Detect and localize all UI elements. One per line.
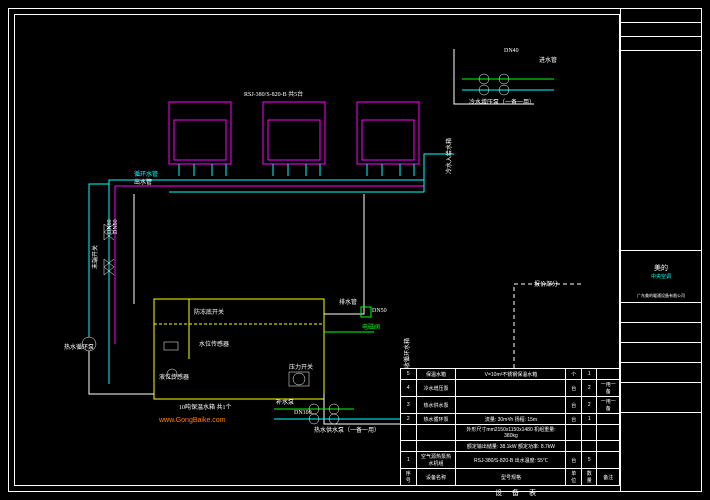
schedule-cell: 保温水箱 (416, 369, 456, 380)
cold-pump-label: 冷水增压泵（一备一用） (469, 98, 535, 106)
tb-cell (621, 37, 701, 51)
schedule-cell: 1 (401, 452, 417, 469)
schedule-cell: 冷水增压泵 (416, 380, 456, 397)
schedule-cell: 个 (566, 369, 582, 380)
equipment-schedule: 5保温水箱V=10m³不锈钢保温水箱个14冷水增压泵台2一用一备3热水供水泵台2… (400, 368, 620, 486)
dn100-label: DN100 (294, 410, 312, 416)
drawing-canvas: RSJ-380/S-820-B 共5台 DN40 进水管 冷水增压泵（一备一用）… (0, 0, 710, 500)
schedule-cell (401, 425, 417, 441)
schedule-cell: 备注 (597, 469, 620, 486)
url-watermark: www.GongBaike.com (158, 417, 226, 424)
schedule-cell: 1 (581, 414, 597, 425)
solenoid-label: 电磁阀 (362, 323, 380, 331)
schedule-cell: 一用一备 (597, 397, 620, 414)
tb-cell (621, 383, 701, 413)
schedule-cell (597, 452, 620, 469)
schedule-cell: 台 (566, 380, 582, 397)
schedule-cell: 台 (566, 397, 582, 414)
schedule-cell: 设备名称 (416, 469, 456, 486)
schedule-cell: 5 (401, 369, 417, 380)
heat-pump-units (169, 102, 419, 176)
schedule-cell (581, 425, 597, 441)
schedule-cell (597, 369, 620, 380)
schedule-cell: 台 (566, 452, 582, 469)
schedule-cell: 一用一备 (597, 380, 620, 397)
level-sensor-label: 水位传感器 (199, 340, 229, 348)
schedule-cell (416, 425, 456, 441)
schedule-cell: 序号 (401, 469, 417, 486)
schedule-cell (566, 425, 582, 441)
schedule-cell: 数量 (581, 469, 597, 486)
dn80b-label: DN80 (107, 219, 113, 234)
schedule-cell (597, 441, 620, 452)
schedule-cell (456, 380, 566, 397)
tb-cell (621, 9, 701, 23)
drain-label: 排水管 (339, 298, 357, 306)
out-pipe-label: 出水管 (134, 178, 152, 186)
schedule-cell: RSJ-380/S-820-B 出水温度: 55℃ (456, 452, 566, 469)
dn80a-label: DN80 (113, 219, 119, 234)
schedule-cell (456, 397, 566, 414)
brand-logo: 美的 中央空调 (621, 251, 701, 291)
temp-sensor-label: 热水循环泵 (64, 343, 94, 351)
tank-label: 10吨保温水箱 共1个 (179, 403, 232, 411)
schedule-cell: V=10m³不锈钢保温水箱 (456, 369, 566, 380)
tb-spacer (621, 51, 701, 251)
schedule-title: 设 备 表 (495, 488, 540, 498)
schedule-cell: 3 (401, 397, 417, 414)
schedule-cell: 2 (581, 397, 597, 414)
schedule-cell: 单位 (566, 469, 582, 486)
main-switch-label: 末端开关 (91, 245, 99, 269)
pressure-sw-label: 压力开关 (289, 363, 313, 371)
in-pipe-label: 循环水管 (134, 170, 158, 178)
company-label: 广东美的暖通设备有限公司 (621, 291, 701, 303)
titleblock: 美的 中央空调 广东美的暖通设备有限公司 (620, 8, 702, 492)
defrost-label: 防冻底开关 (194, 308, 224, 316)
tb-cell (621, 343, 701, 363)
schedule-cell: 4 (401, 380, 417, 397)
tb-cell (621, 23, 701, 37)
schedule-cell (566, 441, 582, 452)
schedule-cell: 5 (581, 452, 597, 469)
schedule-cell: 2 (581, 380, 597, 397)
schedule-cell: 1 (581, 369, 597, 380)
schedule-cell: 额定输出储量: 38.1kW 额定功率: 8.7kW (456, 441, 566, 452)
schedule-cell: 2 (401, 414, 417, 425)
schedule-cell: 外形尺寸mm2150x1150x1480 机组重量: 380kg (456, 425, 566, 441)
hot-supply-pump-label: 热水供水泵（一备一用） (314, 426, 380, 434)
schedule-cell (597, 425, 620, 441)
design-area-label: 报价部分 (534, 280, 558, 288)
unit-label: RSJ-380/S-820-B 共5台 (244, 90, 303, 98)
supply-pipe-label: 进水管 (539, 56, 557, 64)
schedule-cell: 空气源热泵热水机组 (416, 452, 456, 469)
tb-cell (621, 303, 701, 323)
tb-cell (621, 323, 701, 343)
schedule-cell: 型号规格 (456, 469, 566, 486)
schedule-cell: 热水循环泵 (416, 414, 456, 425)
schedule-cell: 热水供水泵 (416, 397, 456, 414)
tb-cell (621, 363, 701, 383)
schedule-cell (401, 441, 417, 452)
supply-pump-label: 补水泵 (276, 398, 294, 406)
dn40-label: DN40 (504, 48, 519, 54)
schedule-cell (581, 441, 597, 452)
schedule-cell: 流量: 30m³/h 扬程: 15m (456, 414, 566, 425)
schedule-cell: 台 (566, 414, 582, 425)
liquid-level-label: 液位传感器 (159, 373, 189, 381)
schedule-cell (416, 441, 456, 452)
water-inlet-label: 冷水入给水箱 (445, 138, 453, 174)
schedule-cell (597, 414, 620, 425)
dn50-label: DN50 (372, 308, 387, 314)
